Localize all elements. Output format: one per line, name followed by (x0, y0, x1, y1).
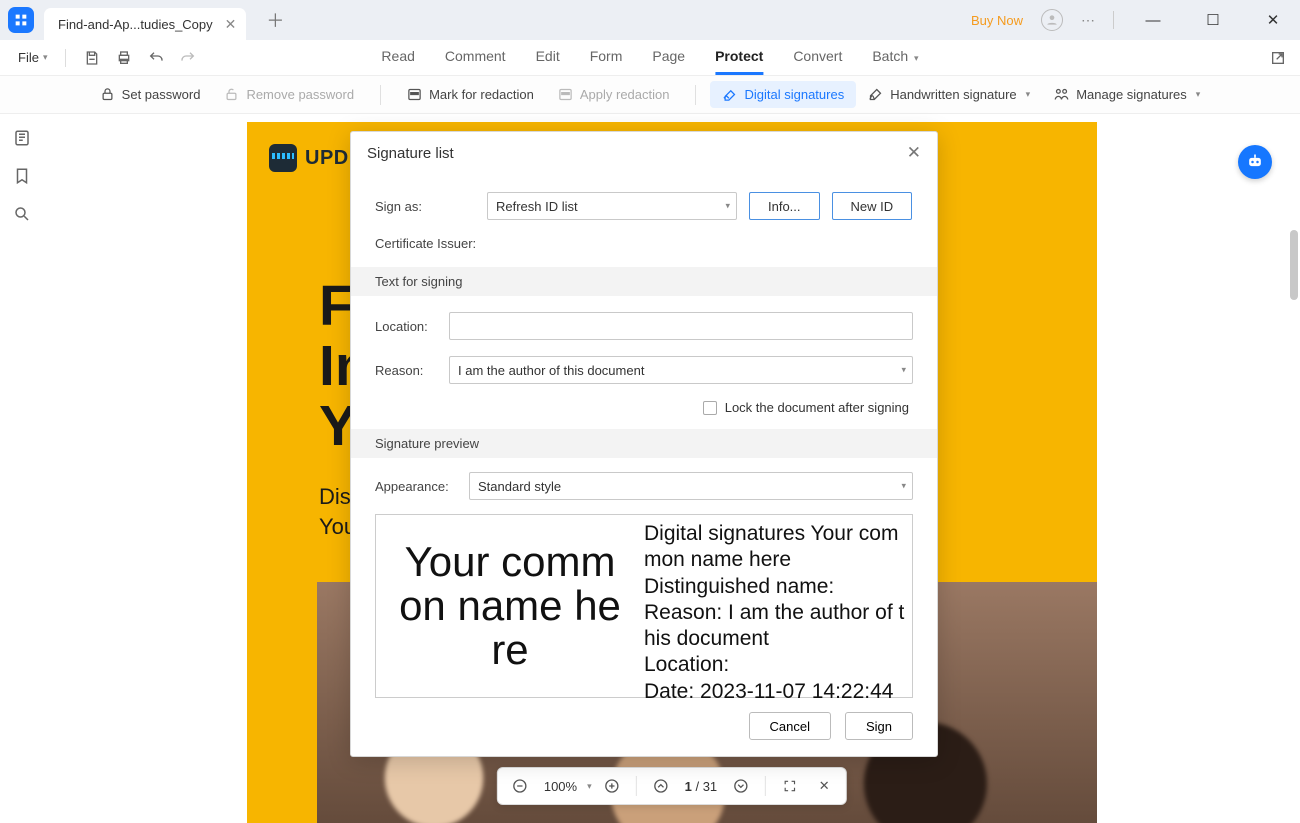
tab-title: Find-and-Ap...tudies_Copy (58, 17, 213, 32)
document-tab[interactable]: Find-and-Ap...tudies_Copy ✕ (44, 8, 246, 40)
tab-edit[interactable]: Edit (536, 40, 560, 75)
prev-page-icon[interactable] (647, 772, 675, 800)
protect-toolbar: Set password Remove password Mark for re… (0, 76, 1300, 114)
tab-protect[interactable]: Protect (715, 40, 763, 75)
tab-comment[interactable]: Comment (445, 40, 506, 75)
zoom-level[interactable]: 100% (540, 779, 581, 794)
appearance-select[interactable]: Standard style▾ (469, 472, 913, 500)
new-id-button[interactable]: New ID (832, 192, 913, 220)
sign-as-select[interactable]: Refresh ID list▾ (487, 192, 737, 220)
reason-label: Reason: (375, 363, 437, 378)
manage-signatures-button[interactable]: Manage signatures▾ (1042, 81, 1212, 108)
close-tab-icon[interactable]: ✕ (225, 16, 237, 33)
sign-button[interactable]: Sign (845, 712, 913, 740)
appearance-label: Appearance: (375, 479, 457, 494)
page-indicator[interactable]: 1 / 31 (681, 779, 722, 794)
account-icon[interactable] (1041, 9, 1063, 31)
tab-read[interactable]: Read (381, 40, 414, 75)
signature-preview: Your common name here Digital signatures… (375, 514, 913, 698)
more-icon[interactable]: ⋯ (1081, 12, 1095, 29)
buy-now-link[interactable]: Buy Now (971, 13, 1023, 28)
save-icon[interactable] (78, 48, 106, 68)
undo-icon[interactable] (142, 48, 170, 68)
close-bar-icon[interactable]: ✕ (810, 772, 838, 800)
dialog-close-icon[interactable]: ✕ (907, 143, 921, 163)
sign-as-label: Sign as: (375, 199, 475, 214)
app-icon (8, 7, 34, 33)
redo-icon[interactable] (174, 48, 202, 68)
bookmarks-icon[interactable] (12, 166, 32, 186)
zoom-out-icon[interactable] (506, 772, 534, 800)
file-menu[interactable]: File▾ (12, 46, 53, 69)
section-text-signing: Text for signing (351, 267, 937, 296)
handwritten-signature-button[interactable]: Handwritten signature▾ (856, 81, 1042, 108)
thumbnails-icon[interactable] (12, 128, 32, 148)
menu-tabs: Read Comment Edit Form Page Protect Conv… (381, 40, 918, 75)
tab-form[interactable]: Form (590, 40, 623, 75)
lock-document-checkbox[interactable]: Lock the document after signing (703, 400, 913, 415)
window-minimize-icon[interactable]: — (1132, 0, 1174, 40)
tab-page[interactable]: Page (652, 40, 685, 75)
menu-bar: File▾ Read Comment Edit Form Page Protec… (0, 40, 1300, 76)
mark-redaction-button[interactable]: Mark for redaction (395, 81, 546, 108)
window-maximize-icon[interactable]: ☐ (1192, 0, 1234, 40)
scrollbar[interactable] (1290, 230, 1298, 300)
print-icon[interactable] (110, 48, 138, 68)
dialog-title: Signature list (367, 145, 454, 162)
search-icon[interactable] (12, 204, 32, 224)
view-controls: 100% ▾ 1 / 31 ✕ (497, 767, 847, 805)
preview-name: Your common name here (376, 515, 644, 697)
title-bar: Find-and-Ap...tudies_Copy ✕ ＋ Buy Now ⋯ … (0, 0, 1300, 40)
zoom-in-icon[interactable] (598, 772, 626, 800)
location-label: Location: (375, 319, 437, 334)
next-page-icon[interactable] (727, 772, 755, 800)
location-input[interactable] (449, 312, 913, 340)
window-close-icon[interactable]: ✕ (1252, 0, 1294, 40)
preview-details: Digital signatures Your common name here… (644, 515, 912, 697)
tab-batch[interactable]: Batch ▾ (872, 40, 918, 75)
ai-assistant-icon[interactable] (1238, 145, 1272, 179)
reason-select[interactable]: I am the author of this document▾ (449, 356, 913, 384)
remove-password-button: Remove password (212, 81, 366, 108)
fullscreen-icon[interactable] (776, 772, 804, 800)
set-password-button[interactable]: Set password (88, 81, 213, 108)
left-rail (0, 114, 44, 823)
info-button[interactable]: Info... (749, 192, 820, 220)
digital-signatures-button[interactable]: Digital signatures (710, 81, 856, 108)
cancel-button[interactable]: Cancel (749, 712, 831, 740)
signature-list-dialog: Signature list ✕ Sign as: Refresh ID lis… (350, 131, 938, 757)
apply-redaction-button: Apply redaction (546, 81, 682, 108)
brand-logo: UPDF (269, 144, 361, 172)
open-external-icon[interactable] (1270, 50, 1300, 66)
section-preview: Signature preview (351, 429, 937, 458)
cert-issuer-label: Certificate Issuer: (375, 236, 476, 251)
zoom-dropdown-icon[interactable]: ▾ (587, 781, 592, 792)
new-tab-button[interactable]: ＋ (266, 7, 284, 33)
tab-convert[interactable]: Convert (793, 40, 842, 75)
